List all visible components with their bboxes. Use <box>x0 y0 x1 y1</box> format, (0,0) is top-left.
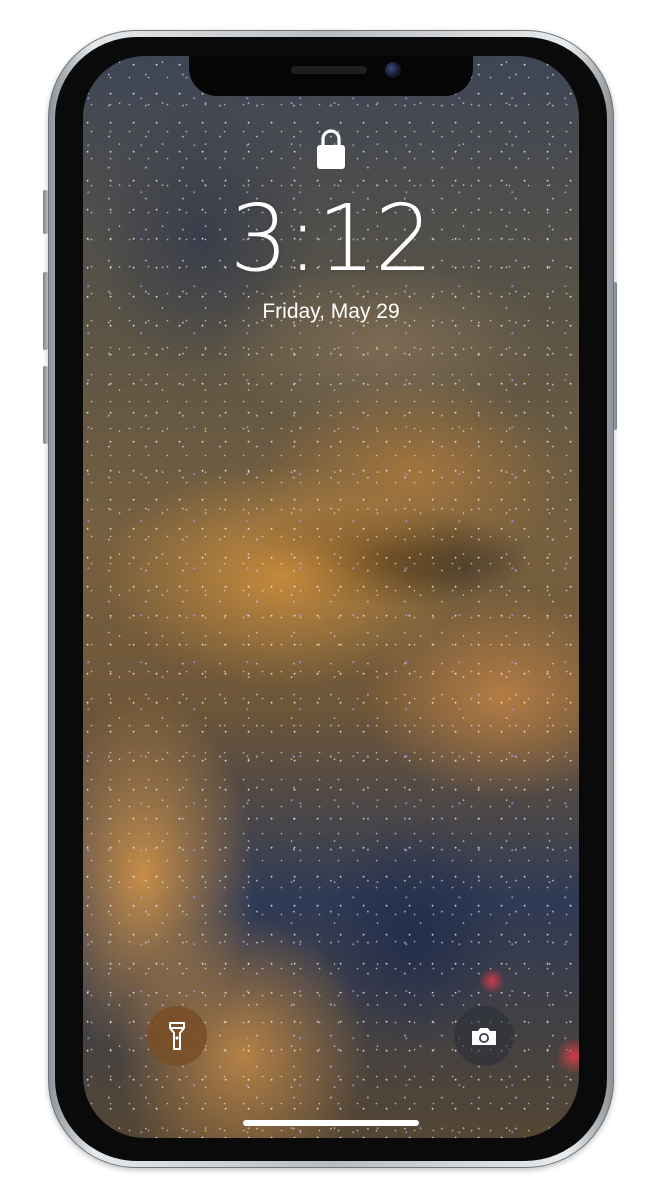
lock-screen-time: 3:12 <box>229 185 434 292</box>
flashlight-icon <box>169 1022 185 1050</box>
notch <box>189 56 473 96</box>
flashlight-button[interactable] <box>147 1006 207 1066</box>
camera-button[interactable] <box>454 1006 514 1066</box>
wallpaper-nebula <box>479 968 505 994</box>
lock-screen-date: Friday, May 29 <box>262 300 400 323</box>
lock-screen[interactable]: 3:12 Friday, May 29 <box>83 56 579 1138</box>
camera-icon <box>472 1028 496 1045</box>
earpiece-speaker <box>291 66 367 74</box>
padlock-icon <box>317 129 345 169</box>
home-indicator[interactable] <box>243 1120 419 1126</box>
front-camera <box>385 62 401 78</box>
